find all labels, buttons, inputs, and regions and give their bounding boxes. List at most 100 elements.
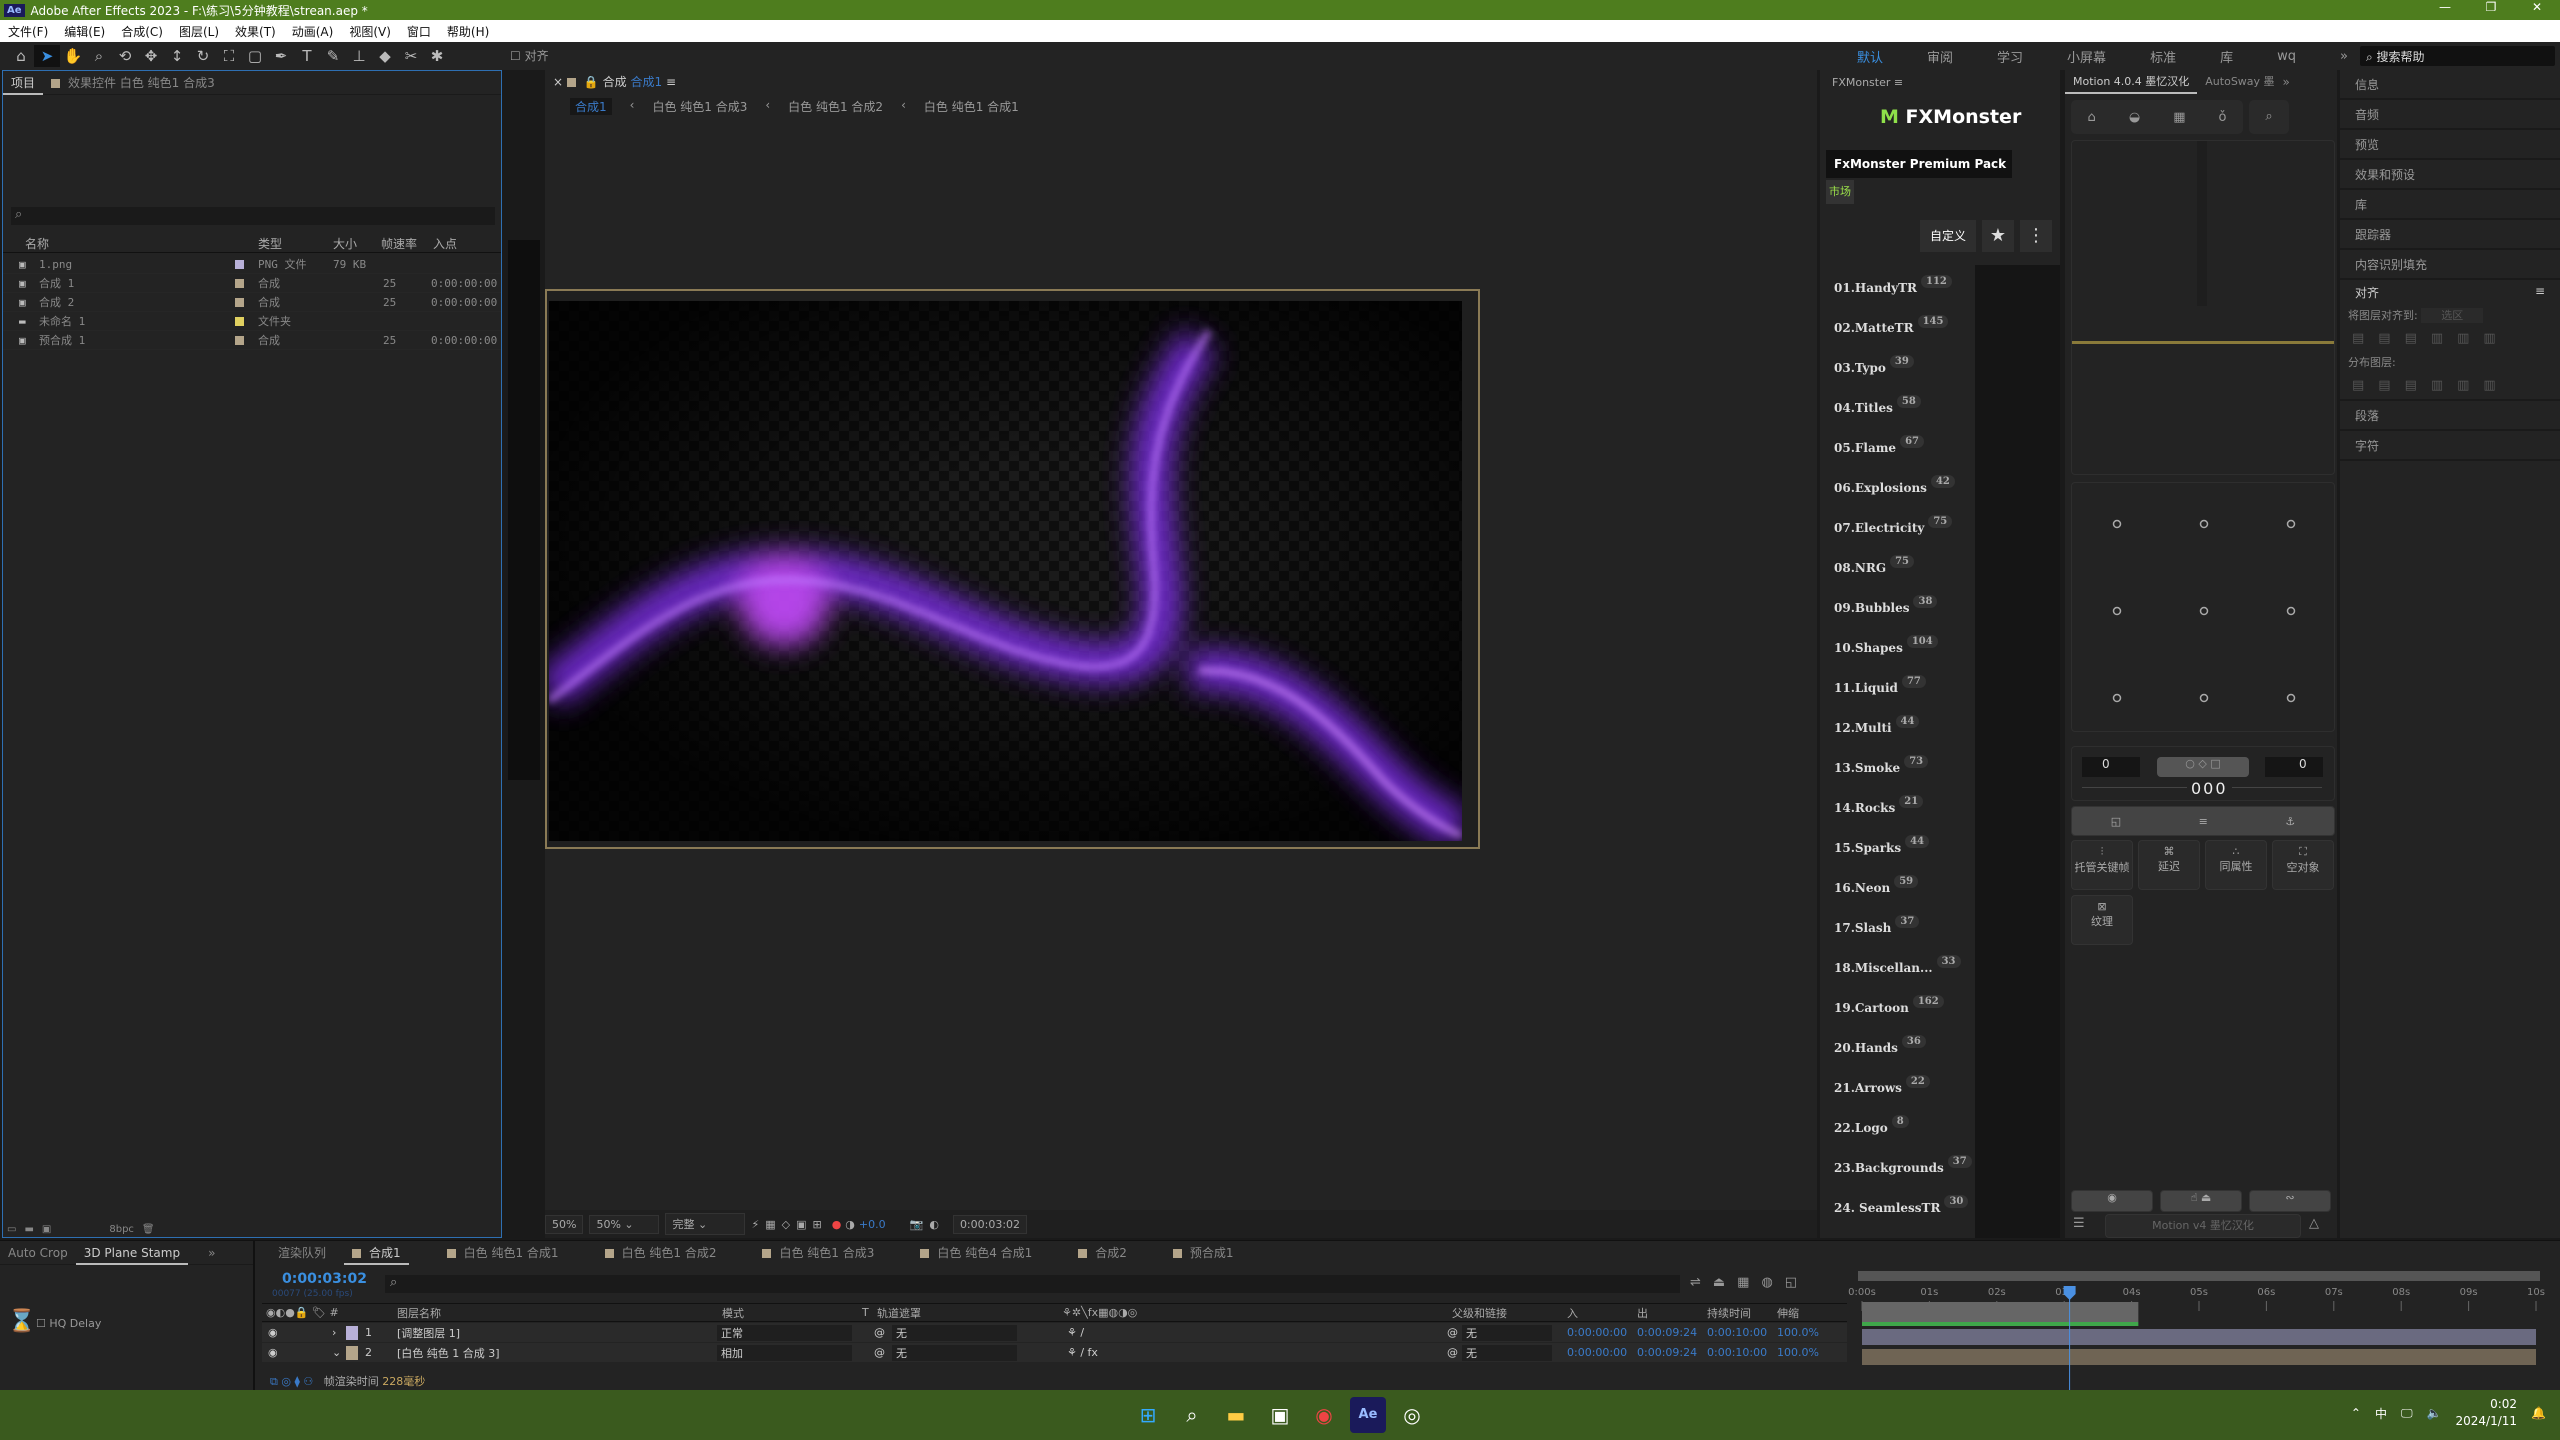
workspace-small-screen[interactable]: 小屏幕 bbox=[2067, 47, 2106, 66]
tool-null-object[interactable]: ⛶ 空对象 bbox=[2272, 840, 2334, 890]
trash-icon[interactable]: 🗑 bbox=[142, 1224, 155, 1235]
network-icon[interactable]: 🖵 bbox=[2401, 1406, 2413, 1421]
workspace-learn[interactable]: 学习 bbox=[1997, 47, 2023, 66]
layer-name[interactable]: [调整图层 1] bbox=[397, 1325, 460, 1341]
workspace-review[interactable]: 审阅 bbox=[1927, 47, 1953, 66]
ime-indicator[interactable]: 中 bbox=[2375, 1405, 2387, 1422]
new-folder-icon[interactable]: ▬ bbox=[24, 1224, 33, 1235]
time-navigator[interactable] bbox=[1858, 1271, 2540, 1281]
expand-chevron-icon[interactable]: ⌄ bbox=[332, 1346, 341, 1359]
tab-motion[interactable]: Motion 4.0.4 墨忆汉化 bbox=[2065, 70, 2198, 94]
text-tool-icon[interactable]: T bbox=[294, 45, 320, 67]
app-icon[interactable]: ◎ bbox=[1394, 1397, 1430, 1433]
magnification-select[interactable]: 50% ⌄ bbox=[589, 1214, 660, 1234]
fx-category-item[interactable]: 24. SeamlessTR 30 bbox=[1834, 1195, 1969, 1215]
fx-category-item[interactable]: 10.Shapes 104 bbox=[1834, 635, 1938, 655]
fx-category-item[interactable]: 17.Slash 37 bbox=[1834, 915, 1920, 935]
align-icon[interactable]: ≡ bbox=[2199, 815, 2208, 828]
minimize-button[interactable]: — bbox=[2422, 0, 2468, 14]
timeline-tab[interactable]: 白色 纯色1 合成2 bbox=[597, 1241, 725, 1265]
layer-duration[interactable]: 0:00:10:00 bbox=[1707, 1346, 1767, 1359]
fx-category-item[interactable]: 13.Smoke 73 bbox=[1834, 755, 1929, 775]
selection-tool-icon[interactable]: ➤ bbox=[34, 45, 60, 67]
status-icons[interactable]: ⧉ ◎ ⧫ ⚇ bbox=[270, 1375, 313, 1388]
market-button[interactable]: 市场 bbox=[1826, 180, 1854, 204]
fx-category-item[interactable]: 09.Bubbles 38 bbox=[1834, 595, 1938, 615]
timeline-tab[interactable]: 白色 纯色1 合成3 bbox=[754, 1241, 882, 1265]
tab-effect-controls[interactable]: 效果控件 白色 纯色1 合成3 bbox=[43, 71, 223, 95]
breadcrumb-item[interactable]: 白色 纯色1 合成3 bbox=[652, 98, 747, 115]
label-color[interactable] bbox=[235, 335, 244, 345]
timeline-tab[interactable]: 合成1 bbox=[344, 1241, 409, 1265]
fx-category-item[interactable]: 14.Rocks 21 bbox=[1834, 795, 1924, 815]
windows-start-icon[interactable]: ⊞ bbox=[1130, 1397, 1166, 1433]
project-search-input[interactable]: ⌕ bbox=[11, 207, 495, 225]
transparency-grid-icon[interactable]: ▦ bbox=[765, 1218, 775, 1231]
zoom-tool-icon[interactable]: ⌕ bbox=[86, 45, 112, 67]
pickwhip-icon[interactable]: @ bbox=[1447, 1346, 1458, 1359]
fx-category-item[interactable]: 07.Electricity 75 bbox=[1834, 515, 1953, 535]
tool-texture[interactable]: ⊠ 纹理 bbox=[2071, 895, 2133, 945]
timeline-tab[interactable]: 预合成1 bbox=[1165, 1241, 1242, 1265]
magnification-display[interactable]: 50% bbox=[545, 1214, 584, 1234]
timeline-tab[interactable]: 白色 纯色1 合成1 bbox=[439, 1241, 567, 1265]
tool-delay[interactable]: ⌘ 延迟 bbox=[2138, 840, 2200, 890]
layer-label-color[interactable] bbox=[346, 1325, 358, 1340]
visibility-eye-icon[interactable]: ◉ bbox=[268, 1346, 278, 1359]
align-to-select[interactable]: 选区 bbox=[2421, 308, 2484, 323]
layer-icon[interactable]: ◱ bbox=[2111, 815, 2121, 828]
fx-category-item[interactable]: 04.Titles 58 bbox=[1834, 395, 1921, 415]
fx-category-item[interactable]: 19.Cartoon 162 bbox=[1834, 995, 1944, 1015]
bpc-label[interactable]: 8bpc bbox=[109, 1224, 134, 1235]
roto-tool-icon[interactable]: ✂ bbox=[398, 45, 424, 67]
timeline-switches[interactable]: ⇌⏏▦◍◱ bbox=[1690, 1275, 1809, 1290]
col-in[interactable]: 入点 bbox=[433, 235, 457, 252]
tab-autosway[interactable]: AutoSway 墨 bbox=[2197, 70, 2282, 94]
menu-view[interactable]: 视图(V) bbox=[349, 23, 391, 40]
menu-layer[interactable]: 图层(L) bbox=[179, 23, 219, 40]
anchor-tool-icon[interactable]: ⛶ bbox=[216, 45, 242, 67]
show-snapshot-icon[interactable]: ◐ bbox=[929, 1218, 939, 1231]
mode-select[interactable]: 正常 bbox=[717, 1324, 852, 1341]
menu-effect[interactable]: 效果(T) bbox=[235, 23, 276, 40]
anchor-points[interactable] bbox=[2072, 483, 2336, 733]
track-matte-select[interactable]: 无 bbox=[892, 1344, 1017, 1361]
layer-name[interactable]: [白色 纯色 1 合成 3] bbox=[397, 1345, 500, 1361]
resolution-select[interactable]: 完整 ⌄ bbox=[665, 1213, 746, 1235]
layer-duration-bar[interactable] bbox=[1862, 1349, 2536, 1365]
eraser-tool-icon[interactable]: ◆ bbox=[372, 45, 398, 67]
pan-tool-icon[interactable]: ✥ bbox=[138, 45, 164, 67]
notification-bell-icon[interactable]: 🔔 bbox=[2531, 1406, 2546, 1420]
fx-category-item[interactable]: 23.Backgrounds 37 bbox=[1834, 1155, 1972, 1175]
custom-button[interactable]: 自定义 bbox=[1920, 220, 1976, 252]
puppet-tool-icon[interactable]: ✱ bbox=[424, 45, 450, 67]
menu-composition[interactable]: 合成(C) bbox=[121, 23, 163, 40]
mode-select[interactable]: 相加 bbox=[717, 1344, 852, 1361]
layer-duration-bar[interactable] bbox=[1862, 1329, 2536, 1345]
close-button[interactable]: ✕ bbox=[2514, 0, 2560, 14]
expand-chevron-icon[interactable]: › bbox=[332, 1326, 336, 1339]
rectangle-tool-icon[interactable]: ▢ bbox=[242, 45, 268, 67]
ease-mode-buttons[interactable]: ○ ◇ □ bbox=[2157, 757, 2249, 777]
breadcrumb-item[interactable]: 白色 纯色1 合成1 bbox=[924, 98, 1019, 115]
current-time[interactable]: 0:00:03:02 bbox=[282, 1271, 367, 1287]
overflow-icon[interactable]: » bbox=[208, 1246, 215, 1260]
col-t[interactable]: T bbox=[862, 1306, 869, 1319]
timeline-tab[interactable]: 渲染队列 bbox=[270, 1241, 334, 1265]
workspace-wq[interactable]: wq bbox=[2277, 49, 2296, 64]
menu-window[interactable]: 窗口 bbox=[407, 23, 431, 40]
layer-label-color[interactable] bbox=[346, 1345, 358, 1360]
distribute-buttons[interactable]: ▤▤▤▥▥▥ bbox=[2340, 372, 2560, 401]
col-parent[interactable]: 父级和链接 bbox=[1452, 1305, 1507, 1321]
help-search-input[interactable]: ⌕ 搜索帮助 bbox=[2360, 46, 2555, 66]
exposure-icon[interactable]: ◑ bbox=[845, 1218, 855, 1231]
col-track-matte[interactable]: 轨道遮罩 bbox=[877, 1305, 921, 1321]
label-color[interactable] bbox=[235, 316, 244, 326]
tray-overflow-icon[interactable]: ⌃ bbox=[2351, 1406, 2361, 1420]
label-color[interactable] bbox=[235, 297, 244, 307]
panel-item[interactable]: 音频 bbox=[2340, 100, 2560, 130]
ink-icon[interactable]: ◒ bbox=[2129, 110, 2140, 125]
timeline-tab[interactable]: 合成2 bbox=[1070, 1241, 1135, 1265]
tab-auto-crop[interactable]: Auto Crop bbox=[0, 1241, 76, 1265]
fx-category-item[interactable]: 21.Arrows 22 bbox=[1834, 1075, 1930, 1095]
